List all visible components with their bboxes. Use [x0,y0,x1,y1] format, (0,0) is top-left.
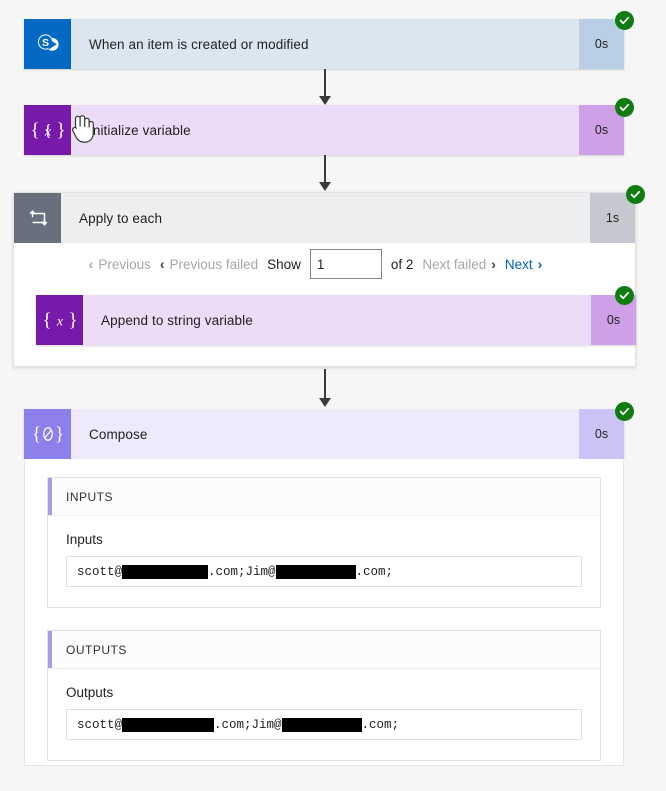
previous-failed-button-label: Previous failed [169,256,259,272]
connector-line [324,155,326,182]
loop-icon [14,193,61,243]
chevron-right-icon: › [537,256,543,272]
next-button-label: Next [504,256,533,272]
redaction-block [281,717,362,732]
outputs-value[interactable]: scott@ .com;Jim@ .com; [66,709,582,740]
status-badge-succeeded [615,286,634,305]
inputs-value-suffix: .com; [355,564,394,579]
flow-step-title: Apply to each [61,193,590,243]
flow-step-initialize-variable[interactable]: { x { } Initialize variable 0s [24,105,624,155]
flow-step-append-to-string-variable[interactable]: x { } Append to string variable 0s [36,295,636,345]
outputs-field-label: Outputs [66,685,114,700]
chevron-left-icon: ‹ [159,256,165,272]
outputs-value-mid: .com;Jim@ [214,717,282,732]
connector-arrow [318,369,332,407]
status-badge-succeeded [615,402,634,421]
outputs-section-label: OUTPUTS [66,642,127,657]
inputs-panel: INPUTS Inputs scott@ .com;Jim@ .com; [47,477,601,608]
variable-icon: x { } [36,295,83,345]
outputs-content: Outputs scott@ .com;Jim@ .com; [48,669,600,760]
previous-failed-button[interactable]: ‹ Previous failed [160,257,258,272]
status-badge-succeeded [615,11,634,30]
scope-body: ‹ Previous ‹ Previous failed Show of 2 N… [14,243,636,345]
iteration-number-input[interactable] [309,249,382,279]
svg-text:}: } [54,424,63,445]
previous-button[interactable]: ‹ Previous [89,257,151,272]
total-iterations-label: of 2 [390,256,414,272]
flow-step-title: Compose [71,409,579,459]
inputs-content: Inputs scott@ .com;Jim@ .com; [48,516,600,607]
inputs-field-label: Inputs [66,532,103,547]
inputs-value-prefix: scott@ [77,564,123,579]
chevron-right-icon: › [491,256,496,272]
arrowhead-icon [319,398,331,407]
flow-step-compose[interactable]: { } Compose 0s [24,409,624,459]
section-accent-bar [48,631,52,668]
outputs-value-suffix: .com; [361,717,400,732]
svg-text:S: S [41,37,48,49]
next-failed-button[interactable]: Next failed › [422,257,495,272]
flow-run-canvas: S When an item is created or modified 0s… [0,0,666,791]
flow-scope-apply-to-each: Apply to each 1s ‹ Previous ‹ Previous f… [13,192,636,367]
svg-text:{: { [31,120,40,141]
status-badge-succeeded [615,98,634,117]
chevron-left-icon: ‹ [88,256,94,272]
show-label: Show [267,256,301,272]
iteration-pagination: ‹ Previous ‹ Previous failed Show of 2 N… [14,243,635,285]
flow-step-title: Append to string variable [83,295,591,345]
arrowhead-icon [319,182,331,191]
previous-button-label: Previous [98,256,151,272]
compose-icon: { } [24,409,71,459]
inputs-value[interactable]: scott@ .com;Jim@ .com; [66,556,582,587]
connector-arrow [318,69,332,105]
svg-text:x: x [43,125,51,140]
inputs-section-label: INPUTS [66,489,114,504]
compose-details-panel: INPUTS Inputs scott@ .com;Jim@ .com; OUTPU… [24,459,624,766]
section-accent-bar [48,478,52,515]
flow-step-title: When an item is created or modified [71,19,579,69]
flow-step-trigger[interactable]: S When an item is created or modified 0s [24,19,624,69]
flow-step-title: Initialize variable [71,105,579,155]
svg-text:{: { [43,310,52,331]
inputs-value-mid: .com;Jim@ [208,564,276,579]
inputs-section-header: INPUTS [48,478,600,516]
outputs-panel: OUTPUTS Outputs scott@ .com;Jim@ .com; [47,630,601,761]
outputs-section-header: OUTPUTS [48,631,600,669]
redaction-block [122,717,215,732]
outputs-value-prefix: scott@ [77,717,123,732]
connector-arrow [318,155,332,191]
redaction-block [122,564,209,579]
connector-line [324,69,326,96]
status-badge-succeeded [626,185,645,204]
next-failed-button-label: Next failed [422,256,487,272]
svg-text:}: } [56,120,65,141]
sharepoint-icon: S [24,19,71,69]
next-button[interactable]: Next › [505,257,542,272]
svg-text:{: { [32,424,41,445]
arrowhead-icon [319,96,331,105]
svg-text:}: } [68,310,77,331]
redaction-block [275,564,356,579]
variable-icon: { x { } [24,105,71,155]
connector-line [324,369,326,398]
svg-text:x: x [55,315,63,330]
flow-step-apply-to-each[interactable]: Apply to each 1s [14,193,635,243]
